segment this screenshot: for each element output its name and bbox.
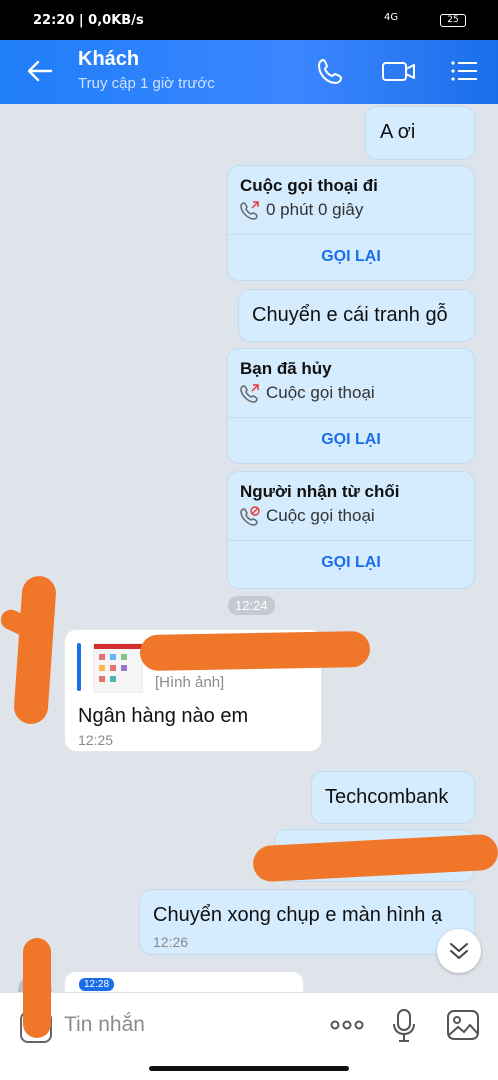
scroll-to-bottom-button[interactable]	[437, 929, 481, 973]
reply-label: [Hình ảnh]	[155, 674, 225, 691]
image-thumbnail[interactable]	[93, 643, 143, 693]
message-text: Ngân hàng nào em	[78, 705, 249, 727]
message-text: Chuyển xong chụp e màn hình ạ	[153, 904, 443, 926]
status-time: 22:20 | 0,0KB/s	[33, 13, 144, 28]
reply-indicator	[77, 643, 81, 691]
voice-call-icon[interactable]	[316, 56, 346, 86]
battery-icon: 25	[440, 14, 466, 27]
back-arrow-icon[interactable]	[25, 56, 55, 86]
redaction-mark	[139, 630, 371, 672]
call-log-card[interactable]: Cuộc gọi thoại đi 0 phút 0 giây GỌI LẠI	[227, 165, 475, 281]
message-input-bar: Tin nhắn	[0, 938, 498, 1059]
menu-list-icon[interactable]	[449, 56, 479, 86]
outgoing-message[interactable]: A ơi	[365, 106, 475, 160]
call-title: Người nhận từ chối	[240, 482, 400, 501]
redaction-mark	[23, 938, 51, 1038]
call-back-button[interactable]: GỌI LẠI	[228, 431, 474, 449]
call-title: Cuộc gọi thoại đi	[240, 176, 378, 195]
message-time-badge: 12:28	[79, 978, 115, 991]
call-detail: Cuộc gọi thoại	[266, 383, 375, 402]
call-detail: Cuộc gọi thoại	[266, 506, 375, 525]
declined-call-icon	[240, 506, 260, 526]
call-log-card[interactable]: Bạn đã hủy Cuộc gọi thoại GỌI LẠI	[227, 348, 475, 464]
outgoing-message[interactable]: Chuyển e cái tranh gỗ	[238, 289, 475, 342]
more-options-icon[interactable]	[329, 1015, 365, 1035]
video-call-icon[interactable]	[381, 56, 417, 86]
message-list[interactable]: A ơi Cuộc gọi thoại đi 0 phút 0 giây GỌI…	[0, 104, 498, 992]
outgoing-message[interactable]: Techcombank	[311, 771, 475, 824]
call-back-button[interactable]: GỌI LẠI	[228, 554, 474, 572]
call-detail: 0 phút 0 giây	[266, 200, 364, 219]
outgoing-call-icon	[240, 201, 259, 220]
double-chevron-down-icon	[450, 943, 468, 959]
redaction-mark	[12, 574, 58, 726]
incoming-message[interactable]: 12:28	[64, 971, 304, 992]
message-time: 12:25	[78, 732, 114, 748]
outgoing-message[interactable]: Chuyển xong chụp e màn hình ạ 12:26	[139, 889, 475, 955]
call-back-button[interactable]: GỌI LẠI	[228, 248, 474, 266]
cancelled-call-icon	[240, 384, 259, 403]
message-text: Techcombank	[325, 786, 449, 808]
message-time: 12:26	[153, 934, 189, 950]
call-log-card[interactable]: Người nhận từ chối Cuộc gọi thoại GỌI LẠ…	[227, 471, 475, 589]
status-bar: 22:20 | 0,0KB/s 4G 25	[0, 0, 498, 40]
divider	[228, 540, 474, 541]
message-text: Chuyển e cái tranh gỗ	[252, 304, 448, 326]
time-separator: 12:24	[228, 596, 275, 615]
home-indicator[interactable]	[149, 1066, 349, 1071]
contact-name[interactable]: Khách	[78, 48, 139, 71]
system-nav-bar	[0, 1058, 498, 1080]
chat-header: Khách Truy cập 1 giờ trước	[0, 40, 498, 104]
last-seen-status: Truy cập 1 giờ trước	[78, 75, 215, 92]
call-title: Bạn đã hủy	[240, 359, 332, 378]
microphone-icon[interactable]	[392, 1008, 416, 1044]
divider	[228, 417, 474, 418]
message-text: A ơi	[380, 121, 416, 143]
message-input[interactable]: Tin nhắn	[64, 1013, 145, 1037]
divider	[228, 234, 474, 235]
image-gallery-icon[interactable]	[446, 1008, 480, 1042]
signal-indicator: 4G	[384, 12, 399, 23]
